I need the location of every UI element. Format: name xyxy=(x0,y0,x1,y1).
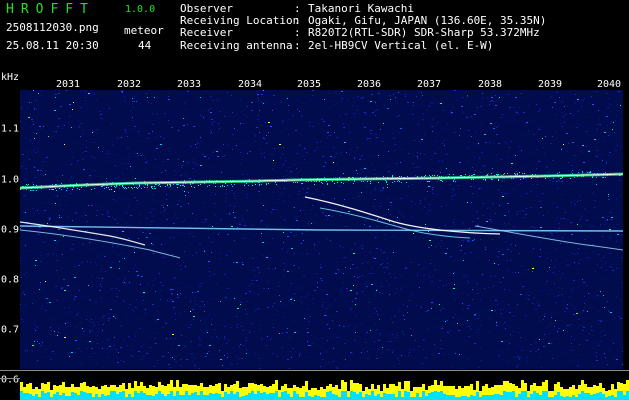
minute-label: 2040 xyxy=(596,79,622,90)
station-info: Observer: Takanori Kawachi Receiving Loca… xyxy=(180,2,546,52)
info-key: Receiver xyxy=(180,26,233,40)
meteor-count: 44 xyxy=(138,39,152,52)
frequency-tick-label: 1.0 xyxy=(1,174,20,186)
minute-label: 2038 xyxy=(477,79,503,90)
minute-label: 2037 xyxy=(416,79,442,90)
spectrogram-bottom-shade xyxy=(20,360,623,369)
minute-label: 2033 xyxy=(176,79,202,90)
frequency-tick-label: 0.9 xyxy=(1,224,20,236)
timestamp: 25.08.11 20:30 xyxy=(6,39,99,52)
info-sep: : xyxy=(294,38,301,52)
info-row-receiver: Receiver: R820T2(RTL-SDR) SDR-Sharp 53.37… xyxy=(180,27,546,39)
info-sep: : xyxy=(294,26,301,40)
frequency-tick-label: 0.6 xyxy=(1,374,20,386)
hrofft-window: HROFFT 1.0.0 2508112030.png 25.08.11 20:… xyxy=(0,0,629,400)
frequency-unit-label: kHz xyxy=(1,72,20,83)
file-name: 2508112030.png xyxy=(6,21,99,34)
app-version: 1.0.0 xyxy=(125,4,156,15)
frequency-tick-label: 0.8 xyxy=(1,274,20,286)
signal-level-strip xyxy=(20,378,629,400)
minute-label: 2035 xyxy=(296,79,322,90)
minute-label: 2039 xyxy=(537,79,563,90)
minute-label: 2034 xyxy=(237,79,263,90)
spectrogram-plot xyxy=(20,90,623,369)
separator-line xyxy=(0,370,629,371)
minute-label: 2031 xyxy=(55,79,81,90)
frequency-tick-label: 0.7 xyxy=(1,324,20,336)
info-key: Receiving antenna xyxy=(180,38,293,52)
frequency-tick-label: 1.1 xyxy=(1,123,20,135)
app-name: HROFFT xyxy=(6,2,95,17)
info-value: 2el-HB9CV Vertical (el. E-W) xyxy=(308,38,494,52)
info-value: R820T2(RTL-SDR) SDR-Sharp 53.372MHz xyxy=(308,26,540,40)
minute-label: 2032 xyxy=(116,79,142,90)
minute-label: 2036 xyxy=(356,79,382,90)
info-row-antenna: Receiving antenna:2el-HB9CV Vertical (el… xyxy=(180,38,546,52)
meteor-label: meteor xyxy=(124,24,164,37)
